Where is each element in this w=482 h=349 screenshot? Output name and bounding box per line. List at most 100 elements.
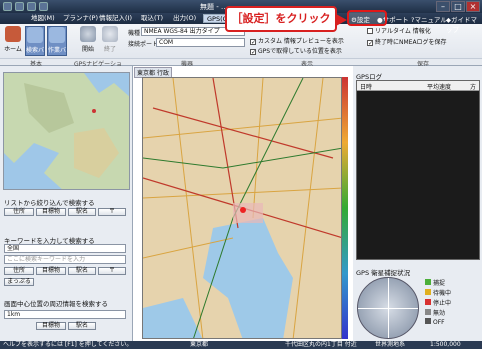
- home-button[interactable]: ホーム: [3, 26, 23, 56]
- status-datum: 世界測地系: [375, 341, 406, 348]
- legend-label: 停止中: [433, 300, 452, 307]
- settings-highlight: [347, 10, 387, 26]
- station-button[interactable]: 駅名: [68, 208, 96, 216]
- minimize-button[interactable]: –: [436, 1, 450, 12]
- search-bar-button[interactable]: 検索バー: [25, 26, 45, 63]
- main-map-graphic: [143, 78, 341, 338]
- legend-swatch: [425, 318, 431, 324]
- satellite-radar: [357, 277, 419, 339]
- menu-output[interactable]: 出力(O): [170, 14, 199, 23]
- mapple-code-button[interactable]: まっぷる: [4, 278, 34, 286]
- maximize-button[interactable]: □: [451, 1, 465, 12]
- kw-station-button[interactable]: 駅名: [68, 267, 96, 275]
- satellite-icon: [80, 26, 96, 42]
- kw-address-button[interactable]: 住所: [4, 267, 34, 275]
- quick-new-icon[interactable]: [15, 2, 24, 11]
- distance-select[interactable]: 1km: [4, 310, 126, 319]
- status-scale: 1:500,000: [430, 341, 461, 348]
- quick-save-icon[interactable]: [27, 2, 36, 11]
- menu-planner[interactable]: プランナ(P): [60, 14, 101, 23]
- instruction-callout: ［設定］をクリック: [225, 6, 347, 32]
- search-bar-icon: [27, 27, 43, 43]
- menu-import[interactable]: 取込(T): [138, 14, 166, 23]
- legend-item: 待機中: [425, 288, 451, 298]
- start-button[interactable]: 開始: [78, 26, 98, 56]
- main-map[interactable]: [142, 77, 342, 339]
- legend-label: OFF: [433, 319, 445, 326]
- overview-map-graphic: [4, 73, 129, 189]
- legend-item: 停止中: [425, 298, 451, 308]
- legend-item: OFF: [425, 318, 451, 328]
- window-title: 無題 - ...: [200, 3, 228, 11]
- nmea-save-checkbox[interactable]: ✓ 終了時にNMEAログを保存: [367, 39, 447, 47]
- legend-label: 待機中: [433, 290, 452, 297]
- overview-map[interactable]: [3, 72, 130, 190]
- custom-preview-label: カスタム 情報プレビューを表示: [258, 38, 344, 45]
- port-select[interactable]: COM: [156, 38, 245, 47]
- gps-log-table[interactable]: 日時 平均速度 方: [356, 80, 480, 260]
- realtime-label: リアルタイム 情報化: [375, 28, 431, 35]
- group-save: 保存: [364, 58, 482, 68]
- guide-map-label: ガイドマップ: [446, 16, 477, 34]
- menu-info[interactable]: 情報記入(I): [96, 14, 135, 23]
- menu-map[interactable]: 地図(M): [28, 14, 58, 23]
- satellite-title: GPS 衛星補捉状況: [356, 269, 411, 277]
- app-icon[interactable]: [3, 2, 12, 11]
- nmea-save-label: 終了時にNMEAログを保存: [375, 39, 447, 46]
- end-label: 終了: [103, 46, 116, 53]
- group-gps-nav: GPSナビゲーション: [72, 58, 124, 77]
- status-address: 千代田区丸の内1丁目 付近: [285, 341, 357, 348]
- zoom-scale-bar[interactable]: [342, 77, 348, 339]
- column-avg-speed: 平均速度: [427, 84, 452, 91]
- address-button[interactable]: 住所: [4, 208, 34, 216]
- gps-position-label: GPSで取得している位置を表示: [258, 48, 342, 55]
- map-tab-label: 東京都: [137, 70, 156, 77]
- nearby-landmark-button[interactable]: 目標物: [36, 322, 66, 330]
- group-display: 表示: [250, 58, 364, 68]
- guide-map-button[interactable]: ◆ガイドマップ: [446, 14, 482, 34]
- legend-swatch: [425, 279, 431, 285]
- map-tab-sub: 行政: [156, 70, 169, 77]
- home-icon: [5, 26, 21, 42]
- status-bar: ヘルプを表示するには [F1] を押してください。 東京都 千代田区丸の内1丁目…: [0, 341, 482, 349]
- keyword-input[interactable]: ここに検索キーワードを入力: [4, 255, 126, 264]
- status-location: 東京都: [190, 341, 209, 348]
- group-basic: 基本: [0, 58, 72, 68]
- list-search-label: リストから絞り込んで検索する: [4, 199, 95, 207]
- model-label: 機種: [128, 30, 141, 37]
- legend-swatch: [425, 299, 431, 305]
- work-bar-icon: [49, 27, 65, 43]
- end-button[interactable]: 終了: [100, 26, 120, 56]
- kw-landmark-button[interactable]: 目標物: [36, 267, 66, 275]
- gps-log-header: 日時 平均速度 方: [357, 81, 479, 91]
- legend-swatch: [425, 309, 431, 315]
- column-direction: 方: [470, 84, 477, 91]
- quick-undo-icon[interactable]: [39, 2, 48, 11]
- legend-label: 無効: [433, 310, 446, 317]
- region-select[interactable]: 全国: [4, 244, 126, 253]
- postal-button[interactable]: 〒: [98, 208, 126, 216]
- column-datetime: 日時: [360, 84, 373, 91]
- custom-preview-checkbox[interactable]: ✓ カスタム 情報プレビューを表示: [250, 38, 344, 46]
- legend-label: 捕捉: [433, 280, 446, 287]
- start-label: 開始: [81, 46, 94, 53]
- nearby-station-button[interactable]: 駅名: [68, 322, 96, 330]
- close-button[interactable]: ×: [466, 1, 480, 12]
- manual-button[interactable]: ?マニュアル: [411, 14, 447, 24]
- radar-axis-h: [358, 308, 418, 309]
- status-help: ヘルプを表示するには [F1] を押してください。: [3, 341, 133, 348]
- gps-position-checkbox[interactable]: ✓ GPSで取得している位置を表示: [250, 48, 342, 56]
- landmark-button[interactable]: 目標物: [36, 208, 66, 216]
- work-bar-button[interactable]: 作業バー: [47, 26, 67, 63]
- nearby-search-label: 画面中心位置の周辺情報を検索する: [4, 300, 108, 308]
- manual-label: マニュアル: [414, 16, 447, 24]
- group-device: 機器: [124, 58, 250, 68]
- legend-item: 無効: [425, 308, 451, 318]
- satellite-off-icon: [102, 26, 118, 42]
- kw-postal-button[interactable]: 〒: [98, 267, 126, 275]
- realtime-checkbox[interactable]: リアルタイム 情報化: [367, 28, 431, 36]
- home-label: ホーム: [4, 46, 22, 53]
- satellite-legend: 捕捉 待機中 停止中 無効 OFF: [425, 278, 451, 328]
- legend-swatch: [425, 289, 431, 295]
- port-label: 接続ポート: [128, 41, 159, 48]
